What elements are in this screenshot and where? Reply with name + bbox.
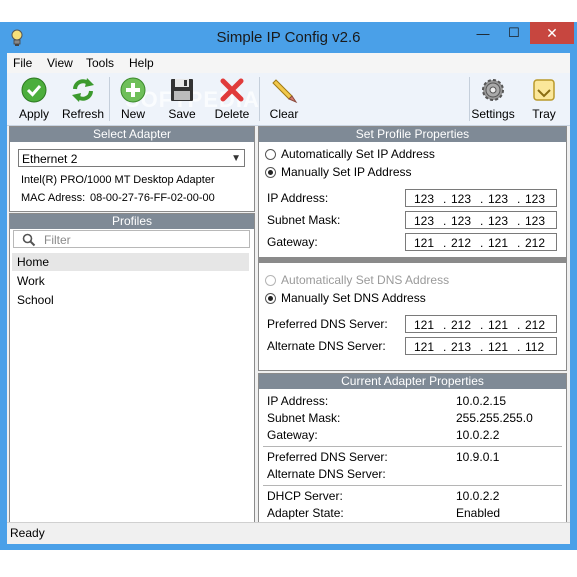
section-divider bbox=[263, 446, 562, 447]
minimize-button[interactable]: — bbox=[468, 22, 498, 44]
current-mask-label: Subnet Mask: bbox=[267, 411, 341, 425]
clear-button[interactable]: Clear bbox=[266, 75, 302, 123]
profile-properties-header: Set Profile Properties bbox=[259, 127, 566, 142]
toolbar-separator bbox=[259, 77, 260, 121]
chevron-down-icon: ▼ bbox=[231, 153, 241, 164]
maximize-button[interactable]: ☐ bbox=[499, 22, 529, 44]
adapter-state-value: Enabled bbox=[456, 506, 501, 520]
select-adapter-header: Select Adapter bbox=[10, 127, 254, 142]
current-properties-header: Current Adapter Properties bbox=[259, 374, 566, 389]
current-preferred-dns-label: Preferred DNS Server: bbox=[267, 450, 388, 464]
alternate-dns-label: Alternate DNS Server: bbox=[267, 339, 386, 353]
adapter-description: Intel(R) PRO/1000 MT Desktop Adapter bbox=[21, 174, 215, 186]
adapter-state-label: Adapter State: bbox=[267, 506, 344, 520]
menu-file[interactable]: File bbox=[13, 56, 32, 70]
subnet-mask-field[interactable]: 123. 123. 123. 123 bbox=[405, 211, 557, 229]
status-bar: Ready bbox=[7, 522, 570, 544]
menu-bar: File View Tools Help bbox=[7, 53, 570, 73]
current-gateway-value: 10.0.2.2 bbox=[456, 428, 500, 442]
gear-icon bbox=[482, 79, 504, 101]
toolbar-separator bbox=[469, 77, 470, 121]
menu-tools[interactable]: Tools bbox=[86, 56, 114, 70]
manual-dns-label: Manually Set DNS Address bbox=[281, 291, 426, 305]
plus-circle-icon bbox=[120, 77, 146, 103]
title-bar[interactable]: Simple IP Config v2.6 — ☐ ✕ bbox=[0, 22, 577, 53]
delete-x-icon bbox=[220, 78, 244, 102]
filter-placeholder: Filter bbox=[44, 233, 71, 247]
auto-ip-label: Automatically Set IP Address bbox=[281, 147, 435, 161]
current-ip-value: 10.0.2.15 bbox=[456, 394, 507, 408]
current-properties-panel: Current Adapter Properties IP Address: 1… bbox=[258, 373, 567, 542]
floppy-disk-icon bbox=[171, 79, 193, 101]
manual-dns-radio[interactable] bbox=[265, 293, 276, 304]
preferred-dns-label: Preferred DNS Server: bbox=[267, 317, 388, 331]
client-area: File View Tools Help SOFTPEDIA Apply bbox=[7, 53, 570, 544]
settings-button[interactable]: Settings bbox=[471, 75, 515, 123]
close-button[interactable]: ✕ bbox=[530, 22, 574, 44]
save-button[interactable]: Save bbox=[163, 75, 201, 123]
profile-item-work[interactable]: Work bbox=[12, 272, 249, 290]
mac-value: 08-00-27-76-FF-02-00-00 bbox=[90, 192, 215, 204]
section-divider bbox=[263, 485, 562, 486]
manual-ip-label: Manually Set IP Address bbox=[281, 165, 412, 179]
ip-address-label: IP Address: bbox=[267, 191, 329, 205]
adapter-dropdown-value: Ethernet 2 bbox=[22, 152, 78, 166]
delete-button[interactable]: Delete bbox=[210, 75, 254, 123]
refresh-button[interactable]: Refresh bbox=[61, 75, 105, 123]
search-icon bbox=[22, 233, 36, 247]
mac-label: MAC Adress: bbox=[21, 192, 86, 204]
auto-ip-radio[interactable] bbox=[265, 149, 276, 160]
ip-address-field[interactable]: 123. 123. 123. 123 bbox=[405, 189, 557, 207]
adapter-dropdown[interactable]: Ethernet 2 ▼ bbox=[18, 149, 245, 167]
section-divider bbox=[259, 257, 566, 263]
gateway-field[interactable]: 121. 212. 121. 212 bbox=[405, 233, 557, 251]
subnet-mask-label: Subnet Mask: bbox=[267, 213, 341, 227]
profile-properties-panel: Set Profile Properties Automatically Set… bbox=[258, 126, 567, 371]
current-ip-label: IP Address: bbox=[267, 394, 329, 408]
profiles-header: Profiles bbox=[10, 214, 254, 229]
dhcp-server-value: 10.0.2.2 bbox=[456, 489, 500, 503]
auto-dns-radio[interactable] bbox=[265, 275, 276, 286]
refresh-icon bbox=[72, 78, 94, 102]
menu-view[interactable]: View bbox=[47, 56, 73, 70]
profile-filter-input[interactable]: Filter bbox=[13, 230, 250, 248]
preferred-dns-field[interactable]: 121. 212. 121. 212 bbox=[405, 315, 557, 333]
manual-ip-radio[interactable] bbox=[265, 167, 276, 178]
profile-item-home[interactable]: Home bbox=[12, 253, 249, 271]
tray-button[interactable]: Tray bbox=[526, 75, 562, 123]
profiles-panel: Profiles Filter Home Work School bbox=[9, 213, 255, 542]
app-window: Simple IP Config v2.6 — ☐ ✕ File View To… bbox=[0, 22, 577, 550]
alternate-dns-field[interactable]: 121. 213. 121. 112 bbox=[405, 337, 557, 355]
status-text: Ready bbox=[10, 526, 45, 540]
dhcp-server-label: DHCP Server: bbox=[267, 489, 343, 503]
apply-button[interactable]: Apply bbox=[11, 75, 57, 123]
gateway-label: Gateway: bbox=[267, 235, 318, 249]
new-button[interactable]: New bbox=[115, 75, 151, 123]
pencil-eraser-icon bbox=[272, 79, 298, 104]
auto-dns-label: Automatically Set DNS Address bbox=[281, 273, 450, 287]
toolbar-separator bbox=[109, 77, 110, 121]
toolbar: SOFTPEDIA Apply Refresh bbox=[7, 73, 570, 126]
current-mask-value: 255.255.255.0 bbox=[456, 411, 533, 425]
current-alternate-dns-label: Alternate DNS Server: bbox=[267, 467, 386, 481]
menu-help[interactable]: Help bbox=[129, 56, 154, 70]
profile-item-school[interactable]: School bbox=[12, 291, 249, 309]
tray-icon bbox=[533, 79, 555, 101]
current-gateway-label: Gateway: bbox=[267, 428, 318, 442]
check-circle-icon bbox=[21, 77, 47, 103]
select-adapter-panel: Select Adapter Ethernet 2 ▼ Intel(R) PRO… bbox=[9, 126, 255, 212]
current-preferred-dns-value: 10.9.0.1 bbox=[456, 450, 500, 464]
